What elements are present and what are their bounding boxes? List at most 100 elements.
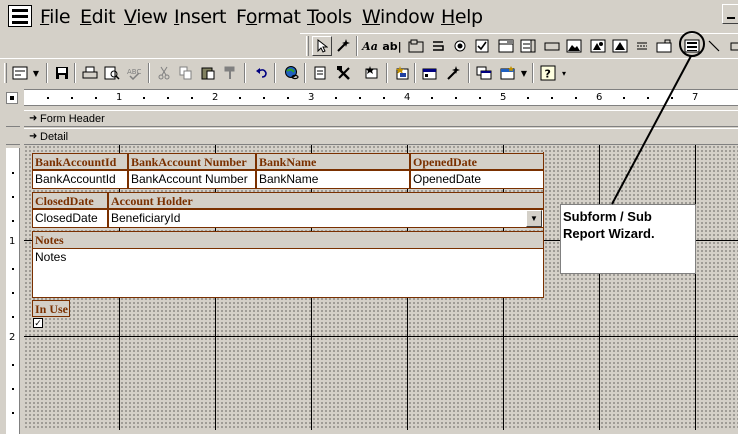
notes-label[interactable]: Notes [32,231,544,248]
callout-box: Subform / Sub Report Wizard. [560,204,696,274]
vertical-ruler[interactable]: 1 2 [6,148,20,434]
unbound-object-frame-icon[interactable] [588,36,608,56]
insert-hyperlink-icon[interactable] [282,63,302,83]
beneficiary-combo[interactable]: BeneficiaryId [108,209,544,228]
account-holder-label[interactable]: Account Holder [108,192,544,209]
spelling-icon[interactable]: ABC [124,63,144,83]
check-box-icon[interactable] [472,36,492,56]
ruler-tick [143,97,145,99]
access-form-icon[interactable] [8,5,32,27]
detail-design-grid[interactable]: BankAccountId BankAccount Number BankNam… [24,145,738,434]
new-object-icon[interactable] [498,63,518,83]
ruler-mark-1: 1 [116,92,123,103]
form-header-section-bar[interactable]: ➜ Form Header [24,110,738,127]
opened-date-label[interactable]: OpenedDate [410,153,544,170]
vruler-tick [12,220,14,222]
bank-name-label[interactable]: BankName [256,153,410,170]
minimize-button[interactable] [722,4,738,24]
ruler-tick [47,97,49,99]
vruler-tick [12,292,14,294]
field-list-icon[interactable] [310,63,330,83]
notes-field[interactable]: Notes [32,248,544,298]
ruler-tick [95,97,97,99]
list-box-icon[interactable] [518,36,538,56]
closed-date-field[interactable]: ClosedDate [32,209,108,228]
help-icon[interactable]: ? [538,63,558,83]
build-icon[interactable] [444,63,464,83]
tab-control-icon[interactable] [654,36,674,56]
toggle-button-icon[interactable] [428,36,448,56]
help-dropdown-icon[interactable]: ▾ [558,63,570,83]
new-object-dropdown-icon[interactable]: ▼ [518,63,530,83]
bank-account-number-label[interactable]: BankAccount Number [128,153,256,170]
menu-window[interactable]: Window [362,6,435,28]
bank-name-field[interactable]: BankName [256,170,410,189]
subform-subreport-icon[interactable] [682,36,702,56]
print-icon[interactable] [80,63,100,83]
combo-box-icon[interactable] [496,36,516,56]
vruler-tick [12,172,14,174]
code-icon[interactable] [392,63,412,83]
option-group-icon[interactable] [406,36,426,56]
rectangle-tool-icon[interactable] [726,36,738,56]
ruler-mark-7: 7 [692,92,699,103]
textbox-tool-icon[interactable]: ab| [382,36,402,56]
view-dropdown-icon[interactable]: ▼ [30,63,42,83]
line-tool-icon[interactable] [704,36,724,56]
ruler-mark-2: 2 [212,92,219,103]
toolbar-grip[interactable] [306,36,309,56]
ruler-mark-3: 3 [308,92,315,103]
vruler-header-segment[interactable] [6,110,20,127]
menu-file[interactable]: File [40,6,71,28]
menu-tools[interactable]: Tools [307,6,352,28]
cut-icon[interactable] [154,63,174,83]
control-wizards-icon[interactable] [333,36,353,56]
ruler-tick [239,97,241,99]
menu-view[interactable]: View [124,6,168,28]
copy-icon[interactable] [176,63,196,83]
paste-icon[interactable] [198,63,218,83]
form-selector[interactable] [6,92,18,104]
vruler-detail-bar-segment[interactable] [6,128,20,145]
autoformat-icon[interactable] [362,63,382,83]
properties-icon[interactable] [420,63,440,83]
menu-format[interactable]: Format [236,6,301,28]
ruler-mark-6: 6 [596,92,603,103]
ruler-tick [551,97,553,99]
bound-object-frame-icon[interactable] [610,36,630,56]
combo-dropdown-icon[interactable]: ▼ [526,210,542,227]
ruler-tick [431,97,433,99]
ruler-tick [263,97,265,99]
image-icon[interactable] [564,36,584,56]
command-button-icon[interactable] [542,36,562,56]
menu-help[interactable]: Help [441,6,483,28]
in-use-label[interactable]: In Use [32,300,70,317]
vruler-tick [12,268,14,270]
menu-edit[interactable]: Edit [80,6,116,28]
undo-icon[interactable] [252,63,272,83]
bank-account-id-label[interactable]: BankAccountId [32,153,128,170]
menu-insert[interactable]: Insert [174,6,227,28]
toolbox-icon[interactable] [334,63,354,83]
ruler-tick [671,97,673,99]
database-window-icon[interactable] [474,63,494,83]
page-break-icon[interactable] [632,36,652,56]
label-tool-icon[interactable]: Aa [360,36,380,56]
ruler-tick [527,97,529,99]
horizontal-ruler[interactable]: 1 2 3 4 5 6 7 [24,89,738,106]
option-button-icon[interactable] [450,36,470,56]
format-painter-icon[interactable] [220,63,240,83]
bank-account-id-field[interactable]: BankAccountId [32,170,128,189]
in-use-checkbox[interactable]: ✓ [33,318,43,328]
bank-account-number-field[interactable]: BankAccount Number [128,170,256,189]
detail-section-bar[interactable]: ➜ Detail [24,128,738,145]
view-icon[interactable] [10,63,30,83]
closed-date-label[interactable]: ClosedDate [32,192,108,209]
ruler-tick [575,97,577,99]
save-icon[interactable] [52,63,72,83]
menu-bar: File Edit View Insert Format Tools Windo… [0,0,738,32]
opened-date-field[interactable]: OpenedDate [410,170,544,189]
ruler-tick [71,97,73,99]
select-objects-icon[interactable] [312,36,332,56]
print-preview-icon[interactable] [102,63,122,83]
